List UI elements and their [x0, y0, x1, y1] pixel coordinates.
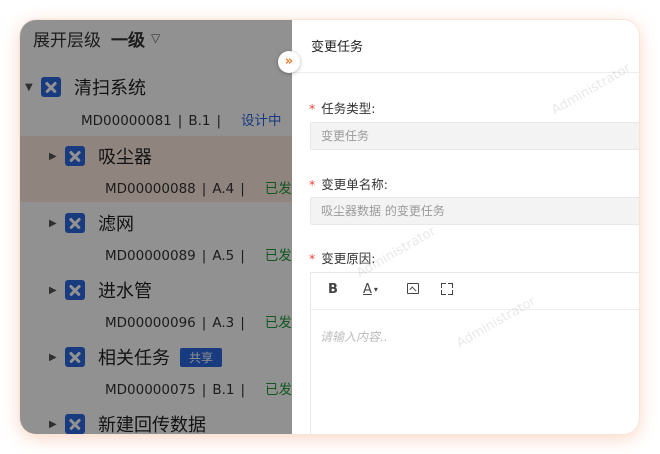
- change-name-label: * 变更单名称:: [309, 177, 388, 192]
- font-color-button[interactable]: A ▾: [363, 282, 378, 297]
- structure-tree: 展开层级 一级 ▽ ▼ 清扫系统 MD00000081 | B.1 | 设计中 ▶ 吸尘…: [20, 20, 292, 434]
- required-mark: *: [309, 101, 316, 116]
- editor-placeholder: 请输入内容..: [320, 330, 388, 344]
- editor-toolbar: B A ▾: [311, 273, 639, 310]
- task-type-field[interactable]: 变更任务: [310, 122, 639, 150]
- change-name-field[interactable]: 吸尘器数据 的变更任务: [310, 197, 639, 225]
- task-type-label: * 任务类型:: [309, 101, 376, 116]
- fullscreen-icon[interactable]: [441, 283, 453, 295]
- modal-mask[interactable]: [20, 20, 292, 434]
- app-frame: 展开层级 一级 ▽ ▼ 清扫系统 MD00000081 | B.1 | 设计中 ▶ 吸尘…: [20, 20, 639, 434]
- change-reason-label: * 变更原因:: [309, 251, 376, 266]
- change-task-drawer: 变更任务 * 任务类型: 变更任务 * 变更单名称: 吸尘器数据 的变更任务 * 变更…: [292, 20, 639, 434]
- change-reason-editor[interactable]: B A ▾ 请输入内容..: [310, 272, 639, 434]
- caret-down-icon: ▾: [373, 285, 378, 294]
- collapse-drawer-button[interactable]: »: [278, 51, 300, 73]
- drawer-header: 变更任务: [292, 20, 639, 73]
- bold-button[interactable]: B: [328, 282, 338, 297]
- required-mark: *: [309, 251, 316, 266]
- insert-image-icon[interactable]: [407, 283, 419, 294]
- drawer-title: 变更任务: [311, 40, 364, 55]
- required-mark: *: [309, 177, 316, 192]
